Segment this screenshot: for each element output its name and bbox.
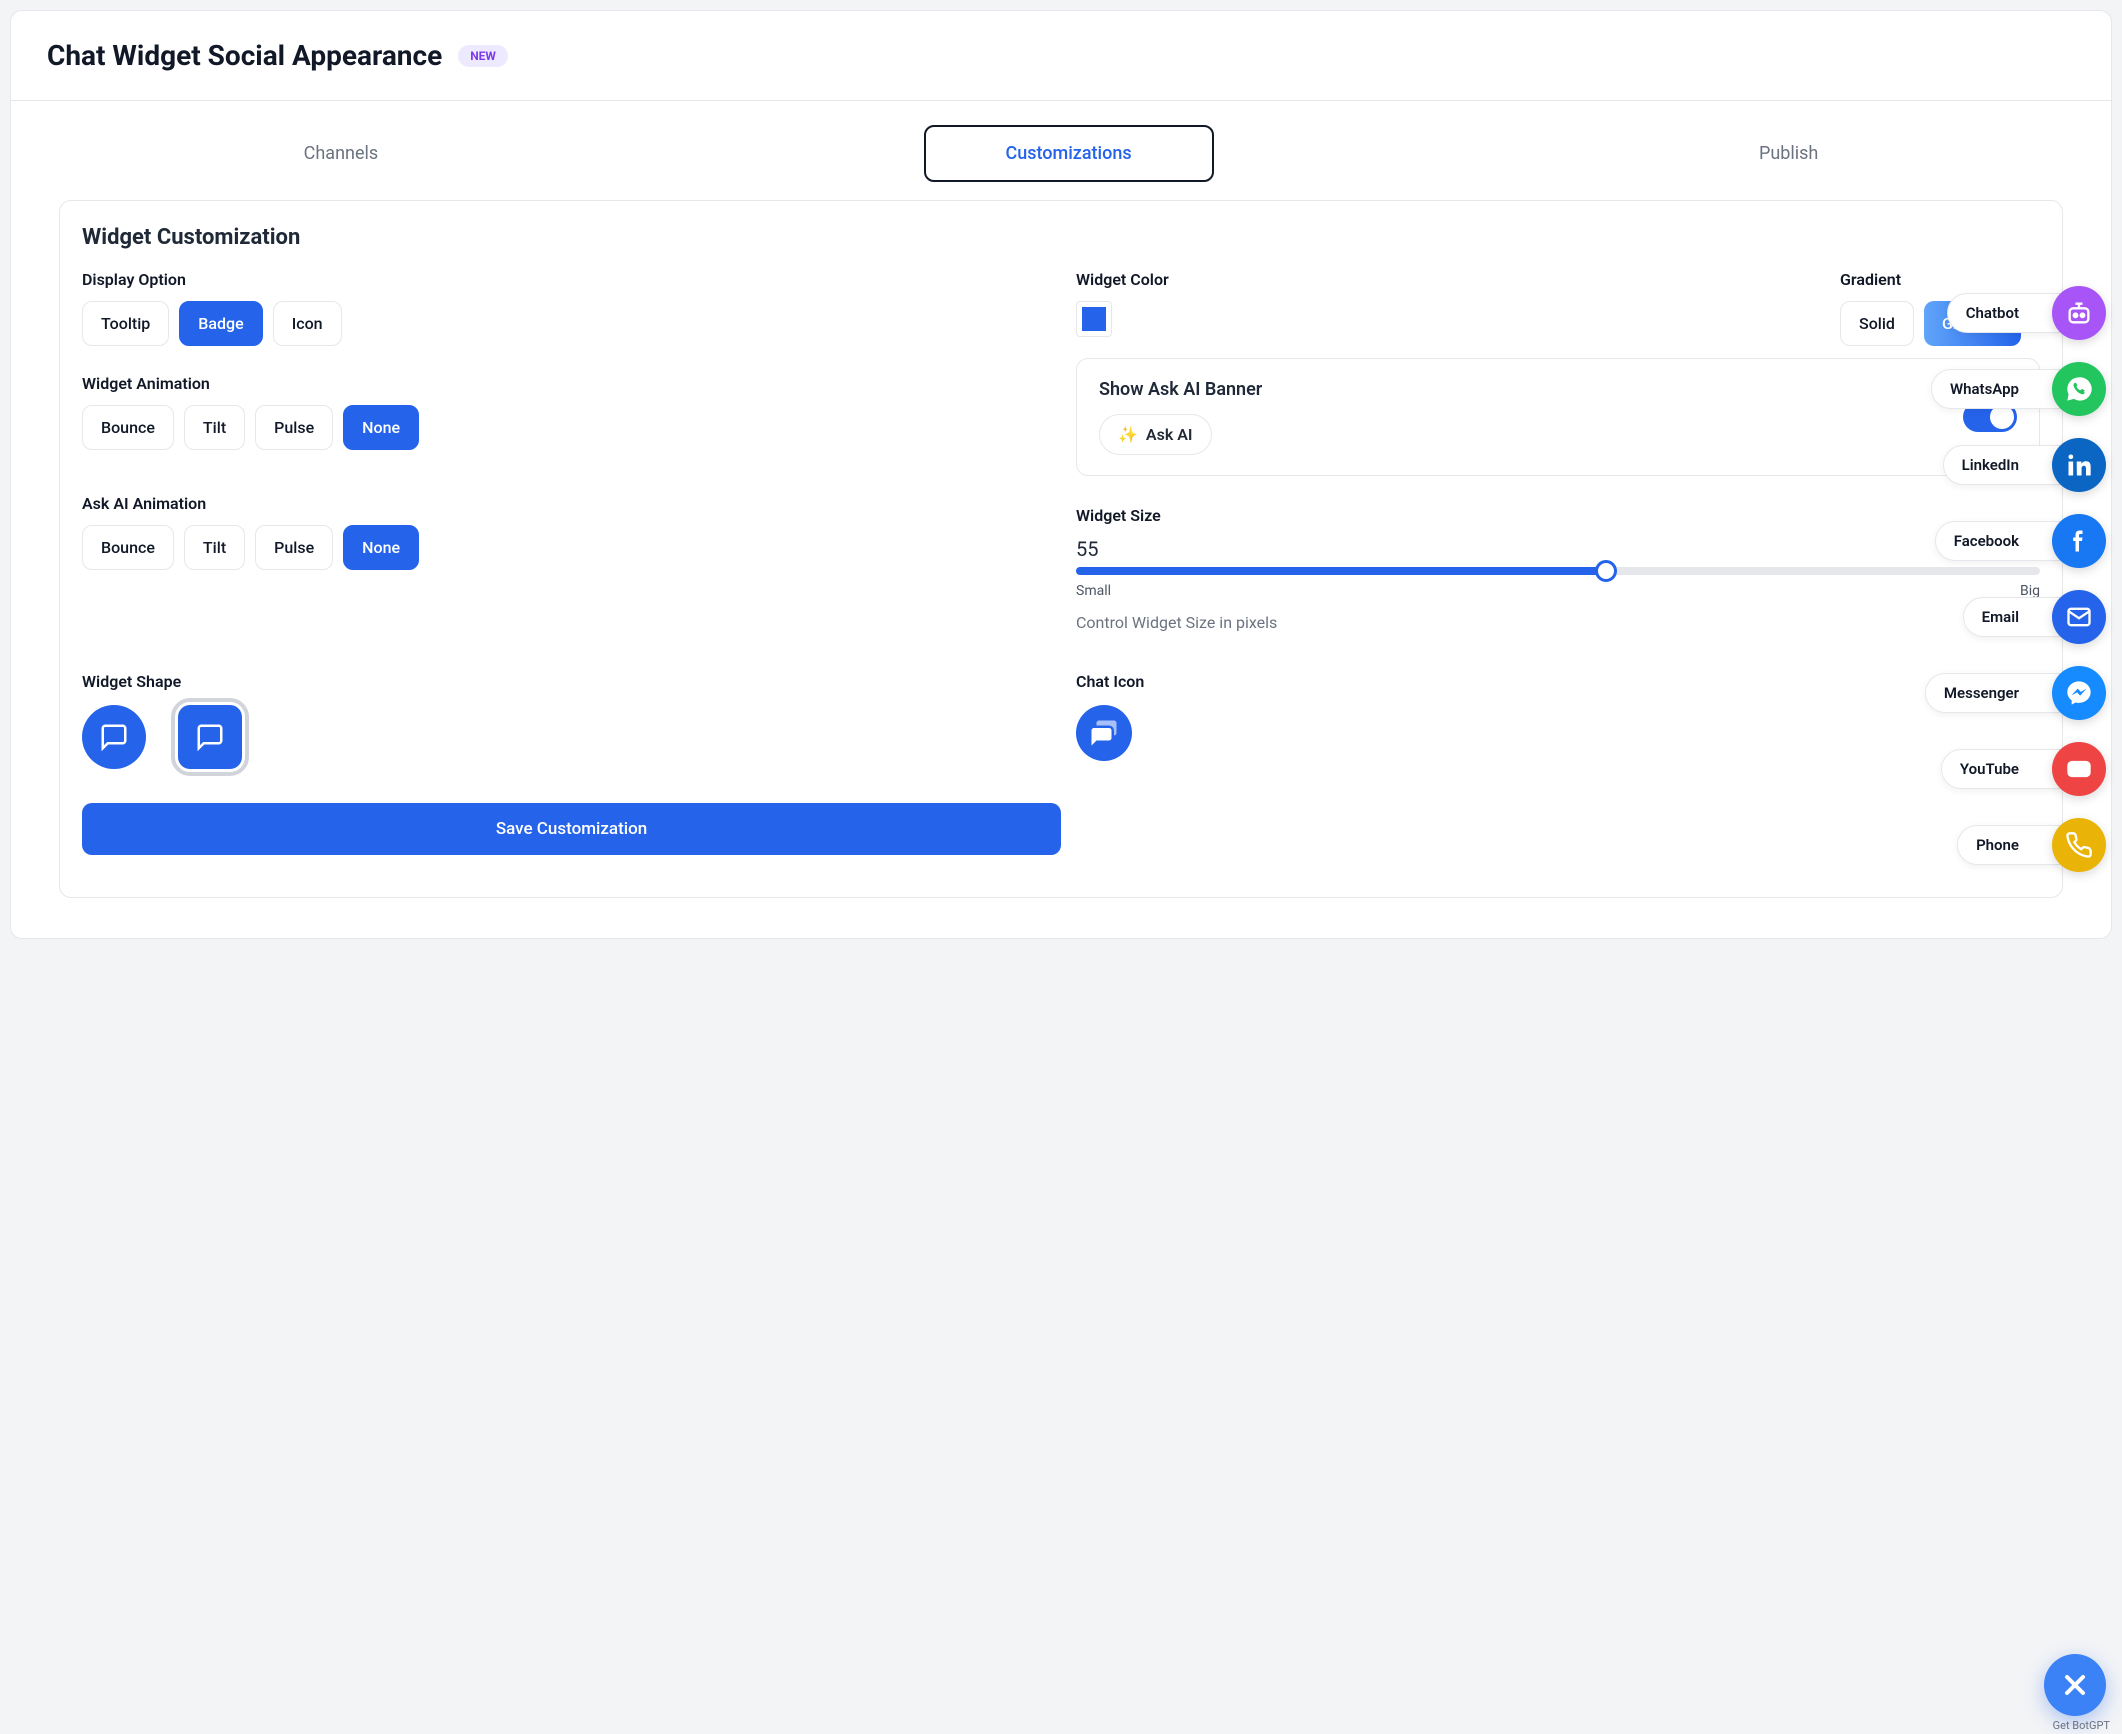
float-linkedin[interactable]: LinkedIn xyxy=(1925,438,2106,492)
widget-shape-section: Widget Shape xyxy=(82,672,1046,769)
linkedin-icon xyxy=(2052,438,2106,492)
chat-bubbles-icon xyxy=(1089,718,1119,748)
float-whatsapp[interactable]: WhatsApp xyxy=(1925,362,2106,416)
float-label: Facebook xyxy=(1935,521,2060,561)
ask-ai-chip[interactable]: ✨ Ask AI xyxy=(1099,414,1212,455)
slider-min-label: Small xyxy=(1076,583,1111,599)
slider-fill xyxy=(1076,567,1606,575)
gradient-solid[interactable]: Solid xyxy=(1840,301,1914,346)
widget-animation-none[interactable]: None xyxy=(343,405,419,450)
floating-social-menu: Chatbot WhatsApp LinkedIn Facebook Email Mess… xyxy=(1925,286,2106,872)
float-label: WhatsApp xyxy=(1931,369,2060,409)
widget-color-label: Widget Color xyxy=(1076,270,1818,289)
close-icon xyxy=(2059,1669,2091,1701)
mail-icon xyxy=(2052,590,2106,644)
ask-ai-animation-bounce[interactable]: Bounce xyxy=(82,525,174,570)
float-messenger[interactable]: Messenger xyxy=(1925,666,2106,720)
widget-size-value: 55 xyxy=(1076,537,2040,561)
chat-icon-section: Chat Icon xyxy=(1076,672,2040,769)
widget-color-picker[interactable] xyxy=(1076,301,1112,337)
display-option-tooltip[interactable]: Tooltip xyxy=(82,301,169,346)
tab-customizations[interactable]: Customizations xyxy=(924,125,1214,182)
float-label: LinkedIn xyxy=(1943,445,2060,485)
panel-title: Widget Customization xyxy=(60,225,2062,270)
float-email[interactable]: Email xyxy=(1925,590,2106,644)
chat-icon-option[interactable] xyxy=(1076,705,1132,761)
float-facebook[interactable]: Facebook xyxy=(1925,514,2106,568)
fab-caption: Get BotGPT xyxy=(2053,1719,2110,1732)
sparkle-icon: ✨ xyxy=(1118,425,1138,444)
widget-color-swatch xyxy=(1082,307,1106,331)
chat-icon-label: Chat Icon xyxy=(1076,672,2040,691)
bot-icon xyxy=(2052,286,2106,340)
youtube-icon xyxy=(2052,742,2106,796)
float-label: Messenger xyxy=(1925,673,2060,713)
customization-panel: Widget Customization Display Option Tool… xyxy=(59,200,2063,898)
right-column: Widget Color Gradient Solid Gradient xyxy=(1076,270,2040,632)
facebook-icon xyxy=(2052,514,2106,568)
display-option-section: Display Option Tooltip Badge Icon Widget… xyxy=(82,270,1046,632)
float-label: YouTube xyxy=(1941,749,2060,789)
tab-channels[interactable]: Channels xyxy=(264,131,419,176)
float-chatbot[interactable]: Chatbot xyxy=(1925,286,2106,340)
float-label: Email xyxy=(1963,597,2060,637)
close-fab[interactable] xyxy=(2044,1654,2106,1716)
page-header: Chat Widget Social Appearance NEW xyxy=(11,11,2111,101)
slider-thumb[interactable] xyxy=(1595,560,1617,582)
ask-ai-chip-label: Ask AI xyxy=(1146,425,1193,444)
float-phone[interactable]: Phone xyxy=(1925,818,2106,872)
display-option-badge[interactable]: Badge xyxy=(179,301,262,346)
chat-bubble-icon xyxy=(99,722,129,752)
new-badge: NEW xyxy=(458,45,508,67)
tab-publish[interactable]: Publish xyxy=(1719,131,1858,176)
messenger-icon xyxy=(2052,666,2106,720)
widget-animation-pulse[interactable]: Pulse xyxy=(255,405,333,450)
float-label: Phone xyxy=(1957,825,2060,865)
save-customization-button[interactable]: Save Customization xyxy=(82,803,1061,855)
widget-size-slider[interactable]: 55 Small Big Control Widget Size in pixe… xyxy=(1076,537,2040,632)
slider-track[interactable] xyxy=(1076,567,2040,575)
widget-shape-label: Widget Shape xyxy=(82,672,1046,691)
widget-color-section: Widget Color xyxy=(1076,270,1818,346)
widget-animation-label: Widget Animation xyxy=(82,374,1046,393)
page-title: Chat Widget Social Appearance xyxy=(47,39,442,72)
float-label: Chatbot xyxy=(1947,293,2060,333)
widget-shape-circle[interactable] xyxy=(82,705,146,769)
ask-ai-banner-card: Show Ask AI Banner ✨ Ask AI xyxy=(1076,358,2040,476)
widget-animation-bounce[interactable]: Bounce xyxy=(82,405,174,450)
ask-ai-animation-pulse[interactable]: Pulse xyxy=(255,525,333,570)
float-youtube[interactable]: YouTube xyxy=(1925,742,2106,796)
phone-icon xyxy=(2052,818,2106,872)
widget-animation-tilt[interactable]: Tilt xyxy=(184,405,245,450)
widget-size-hint: Control Widget Size in pixels xyxy=(1076,613,2040,632)
widget-shape-square[interactable] xyxy=(178,705,242,769)
page-card: Chat Widget Social Appearance NEW Channe… xyxy=(10,10,2112,939)
ask-ai-animation-none[interactable]: None xyxy=(343,525,419,570)
display-option-icon[interactable]: Icon xyxy=(273,301,342,346)
ask-ai-banner-title: Show Ask AI Banner xyxy=(1099,379,1262,400)
main-tabs: Channels Customizations Publish xyxy=(11,101,2111,200)
ask-ai-animation-tilt[interactable]: Tilt xyxy=(184,525,245,570)
widget-size-label: Widget Size xyxy=(1076,506,2040,525)
display-option-label: Display Option xyxy=(82,270,1046,289)
whatsapp-icon xyxy=(2052,362,2106,416)
ask-ai-animation-label: Ask AI Animation xyxy=(82,494,1046,513)
chat-bubble-icon xyxy=(195,722,225,752)
